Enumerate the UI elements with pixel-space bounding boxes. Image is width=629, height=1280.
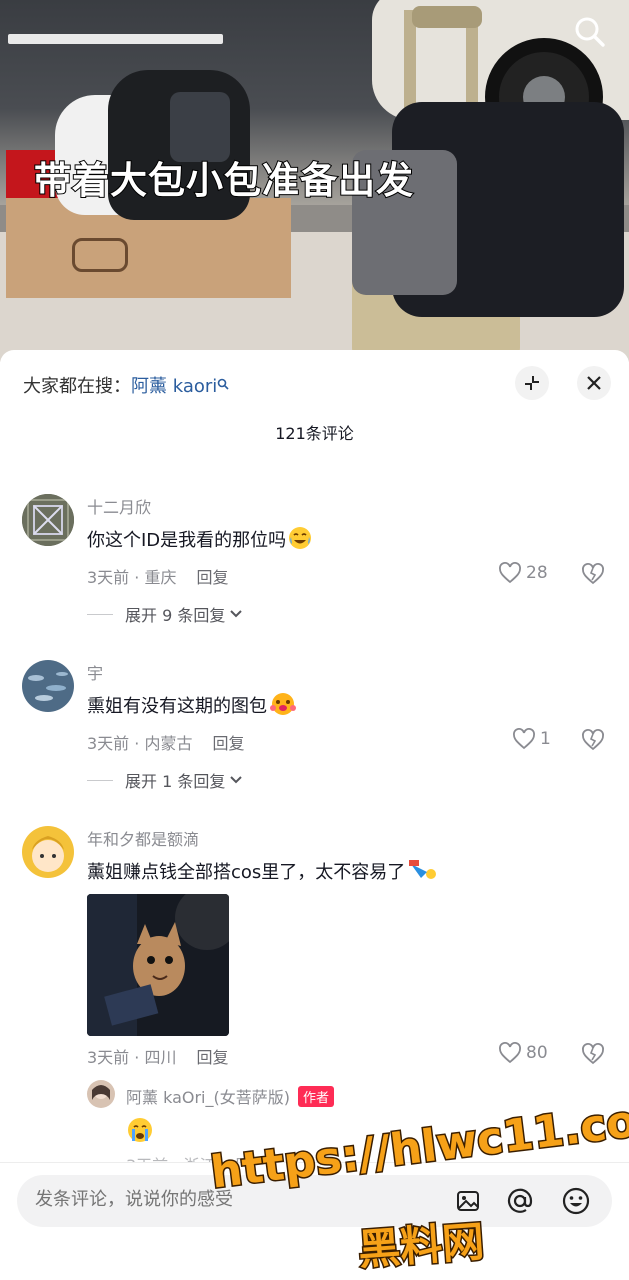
falling-figure-emoji-icon: [407, 858, 437, 882]
comment-time-location: 3天前 · 四川: [87, 1048, 177, 1067]
comment-text: 你这个ID是我看的那位吗: [87, 526, 312, 552]
avatar[interactable]: [22, 494, 74, 546]
crying-face-emoji-icon: [126, 1116, 154, 1148]
comment-text-content: 薰姐赚点钱全部搭cos里了，太不容易了: [87, 862, 406, 883]
box-logo: [72, 238, 128, 272]
sheet-header: 大家都在搜：阿薰 kaori: [0, 350, 629, 420]
heart-icon: [499, 562, 521, 584]
mention-icon[interactable]: [504, 1185, 536, 1217]
like-button[interactable]: 80: [498, 1042, 548, 1064]
comment-author[interactable]: 宇: [87, 660, 103, 684]
reply-button[interactable]: 回复: [196, 1048, 228, 1067]
video-caption: 带着大包小包准备出发: [33, 158, 414, 203]
avatar[interactable]: [22, 660, 74, 712]
comment-time-location: 3天前 · 内蒙古: [87, 734, 193, 753]
comment-meta: 3天前 · 四川 回复: [87, 1044, 228, 1068]
crying-laugh-emoji-icon: [288, 526, 312, 550]
watermark-name: 黑料网: [355, 1215, 487, 1276]
expand-replies-button[interactable]: 展开 9 条回复: [87, 602, 243, 626]
expand-replies-label: 展开 1 条回复: [125, 772, 226, 791]
close-icon[interactable]: [577, 366, 611, 400]
suggestion-prefix: 大家都在搜：: [23, 376, 131, 397]
reply-author-name: 阿薰 kaOri_(女菩萨版): [126, 1088, 290, 1107]
like-button[interactable]: 28: [498, 562, 548, 584]
suggestion-link[interactable]: 阿薰 kaori: [131, 376, 217, 397]
comment-author[interactable]: 十二月欣: [87, 494, 151, 518]
road-marking: [8, 34, 223, 44]
suitcase-handle-grip: [412, 6, 482, 28]
reply-author[interactable]: 阿薰 kaOri_(女菩萨版) 作者: [126, 1084, 334, 1108]
comment-author[interactable]: 年和夕都是额滴: [87, 826, 199, 850]
like-count: 28: [526, 563, 548, 583]
heart-icon: [499, 1042, 521, 1064]
emoji-icon[interactable]: [560, 1185, 592, 1217]
divider-line: [87, 779, 113, 781]
comment-meta: 3天前 · 内蒙古 回复: [87, 730, 244, 754]
mini-search-icon: [217, 374, 229, 390]
comment-text-content: 你这个ID是我看的那位吗: [87, 530, 287, 551]
drooling-face-emoji-icon: [269, 692, 296, 716]
comment-text-content: 熏姐有没有这期的图包: [87, 696, 267, 717]
comment-count: 121条评论: [275, 424, 354, 443]
reply-button[interactable]: 回复: [212, 734, 244, 753]
collapse-icon[interactable]: [515, 366, 549, 400]
author-avatar[interactable]: [87, 1080, 115, 1108]
comment-text: 薰姐赚点钱全部搭cos里了，太不容易了: [87, 858, 437, 884]
expand-replies-label: 展开 9 条回复: [125, 606, 226, 625]
like-count: 80: [526, 1043, 548, 1063]
comment-image[interactable]: [87, 894, 229, 1036]
chevron-down-icon: [230, 610, 243, 618]
like-count: 1: [540, 729, 551, 749]
search-icon[interactable]: [572, 14, 608, 50]
author-badge: 作者: [297, 1086, 334, 1107]
comment-time-location: 3天前 · 重庆: [87, 568, 177, 587]
comment-meta: 3天前 · 重庆 回复: [87, 564, 228, 588]
heart-icon: [513, 728, 535, 750]
dislike-icon[interactable]: [580, 728, 606, 756]
dislike-icon[interactable]: [580, 1042, 606, 1070]
like-button[interactable]: 1: [512, 728, 551, 750]
video-frame[interactable]: 带着大包小包准备出发: [0, 0, 629, 362]
expand-replies-button[interactable]: 展开 1 条回复: [87, 768, 243, 792]
chevron-down-icon: [230, 776, 243, 784]
avatar[interactable]: [22, 826, 74, 878]
divider-line: [87, 613, 113, 615]
reply-button[interactable]: 回复: [196, 568, 228, 587]
search-suggestion[interactable]: 大家都在搜：阿薰 kaori: [23, 372, 229, 398]
comment-text: 熏姐有没有这期的图包: [87, 692, 296, 718]
dislike-icon[interactable]: [580, 562, 606, 590]
